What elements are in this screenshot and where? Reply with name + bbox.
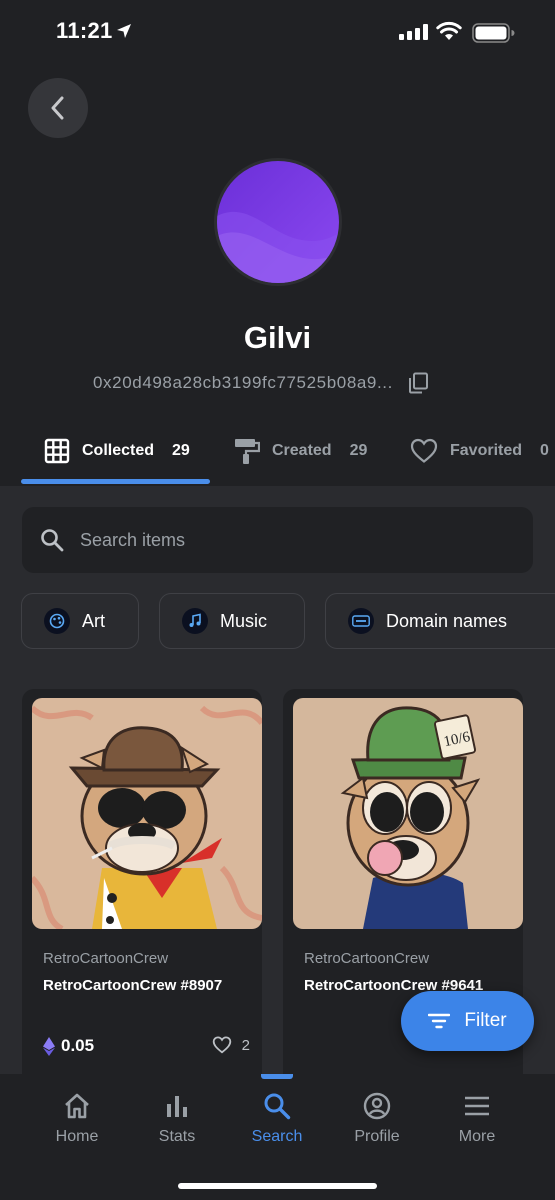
wifi-icon	[436, 21, 462, 40]
battery-icon	[472, 23, 515, 43]
card-title: RetroCartoonCrew #8907	[43, 977, 223, 994]
menu-icon	[465, 1096, 489, 1116]
filter-label: Filter	[464, 1010, 507, 1031]
card-likes-count: 2	[241, 1036, 250, 1054]
nav-home[interactable]: Home	[27, 1092, 127, 1146]
nav-label: Profile	[354, 1128, 400, 1145]
back-button[interactable]	[28, 78, 88, 138]
category-chips: Art Music Domain names	[0, 593, 555, 649]
card-collection-name: RetroCartoonCrew	[43, 950, 169, 967]
filter-button[interactable]: Filter	[401, 991, 534, 1051]
profile-tabs: Collected 29 Created 29 Favorited 0	[0, 420, 555, 486]
heart-icon	[212, 1036, 231, 1054]
nft-card[interactable]: RetroCartoonCrew RetroCartoonCrew #8907 …	[22, 689, 262, 1074]
nav-label: Home	[55, 1128, 99, 1145]
card-price-value: 0.05	[61, 1036, 95, 1055]
nav-profile[interactable]: Profile	[327, 1092, 427, 1146]
home-indicator	[178, 1183, 377, 1189]
tab-label: Created	[272, 442, 332, 459]
location-arrow-icon	[117, 24, 131, 38]
profile-header: 11:21 Gilvi 0x20d498a28cb3199fc77525b08a…	[0, 0, 555, 486]
wallet-address: 0x20d498a28cb3199fc77525b08a9...	[93, 372, 429, 394]
copy-icon[interactable]	[407, 372, 429, 394]
chip-domain-names[interactable]: Domain names	[325, 593, 555, 649]
nft-image	[32, 698, 262, 929]
music-icon	[182, 608, 208, 634]
nft-image: 10/6	[293, 698, 523, 929]
paint-roller-icon	[235, 439, 260, 464]
tab-created[interactable]: Created 29	[234, 420, 367, 482]
nav-label: More	[458, 1128, 496, 1145]
chip-music[interactable]: Music	[159, 593, 305, 649]
tab-count: 0	[540, 442, 549, 459]
search-box[interactable]	[22, 507, 533, 573]
avatar	[214, 158, 342, 286]
status-bar: 11:21	[0, 0, 555, 66]
chevron-left-icon	[51, 96, 64, 120]
tab-collected[interactable]: Collected 29	[44, 420, 190, 482]
tab-count: 29	[172, 442, 190, 459]
card-collection-name: RetroCartoonCrew	[304, 950, 430, 967]
search-icon	[264, 1093, 291, 1120]
tab-count: 29	[349, 442, 368, 459]
profile-icon	[363, 1092, 391, 1120]
art-icon	[44, 608, 70, 634]
ethereum-icon	[43, 1036, 55, 1056]
stats-icon	[167, 1096, 187, 1117]
heart-icon	[410, 438, 438, 463]
active-nav-indicator	[261, 1074, 293, 1079]
active-tab-indicator	[21, 479, 210, 484]
collection-content: Art Music Domain names	[0, 486, 555, 1074]
domain-icon	[348, 608, 374, 634]
nav-search[interactable]: Search	[227, 1092, 327, 1146]
nav-stats[interactable]: Stats	[127, 1092, 227, 1146]
chip-art[interactable]: Art	[21, 593, 139, 649]
tab-label: Collected	[82, 442, 155, 459]
card-price: 0.05	[43, 1036, 94, 1056]
nav-label: Stats	[158, 1128, 196, 1145]
chip-label: Domain names	[386, 610, 508, 631]
cellular-signal-icon	[399, 24, 428, 40]
profile-name: Gilvi	[243, 320, 312, 355]
filter-icon	[428, 1013, 451, 1029]
tab-favorited[interactable]: Favorited 0	[410, 420, 549, 482]
grid-icon	[44, 438, 70, 464]
nav-more[interactable]: More	[427, 1092, 527, 1146]
status-time: 11:21	[56, 18, 113, 43]
chip-label: Art	[82, 610, 106, 631]
card-likes[interactable]: 2	[212, 1036, 250, 1054]
search-input[interactable]	[80, 529, 480, 551]
bottom-navigation: Home Stats Search Profile More	[0, 1074, 555, 1200]
search-icon	[41, 529, 64, 552]
home-icon	[65, 1093, 89, 1119]
tab-label: Favorited	[450, 442, 523, 459]
nav-label: Search	[251, 1128, 303, 1145]
wallet-address-text: 0x20d498a28cb3199fc77525b08a9...	[93, 373, 393, 392]
chip-label: Music	[220, 610, 268, 631]
